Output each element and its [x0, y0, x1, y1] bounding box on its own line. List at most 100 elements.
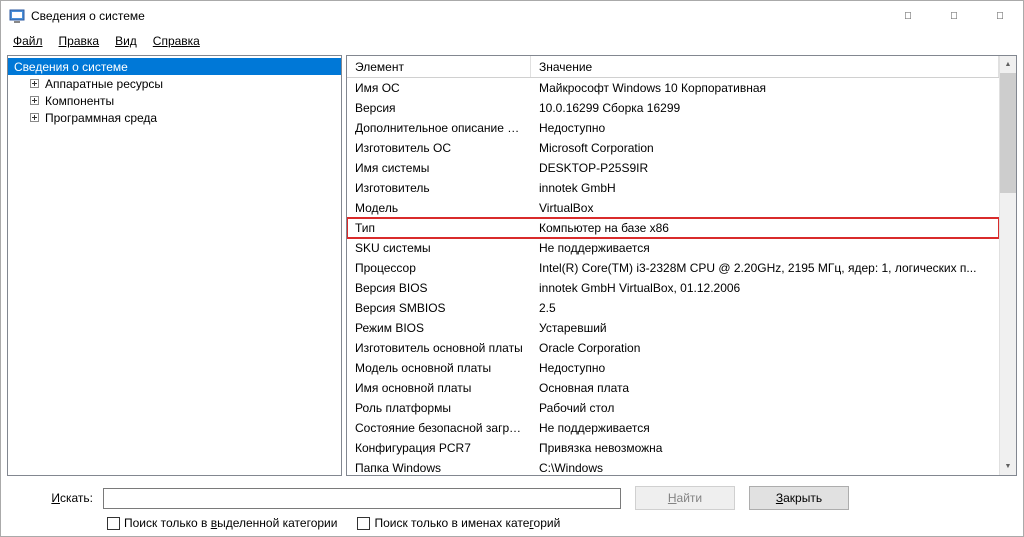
- menu-view[interactable]: Вид: [107, 32, 145, 50]
- expand-icon[interactable]: [28, 77, 41, 90]
- expand-icon[interactable]: [28, 111, 41, 124]
- cell-element: Изготовитель основной платы: [347, 341, 531, 355]
- cell-value: Не поддерживается: [531, 421, 999, 435]
- table-row[interactable]: Модель основной платыНедоступно: [347, 358, 999, 378]
- menu-help[interactable]: Справка: [145, 32, 208, 50]
- app-icon: [9, 8, 25, 24]
- search-input[interactable]: [103, 488, 621, 509]
- cell-value: Недоступно: [531, 121, 999, 135]
- scroll-down-icon[interactable]: ▼: [1000, 458, 1016, 475]
- table-row[interactable]: Версия10.0.16299 Сборка 16299: [347, 98, 999, 118]
- cell-element: Роль платформы: [347, 401, 531, 415]
- tree-item-components[interactable]: Компоненты: [8, 92, 341, 109]
- table-row[interactable]: Конфигурация PCR7Привязка невозможна: [347, 438, 999, 458]
- cell-element: Процессор: [347, 261, 531, 275]
- table-row[interactable]: Роль платформыРабочий стол: [347, 398, 999, 418]
- cell-value: VirtualBox: [531, 201, 999, 215]
- table-body: Имя ОСМайкрософт Windows 10 Корпоративна…: [347, 78, 999, 475]
- vertical-scrollbar[interactable]: ▲ ▼: [999, 56, 1016, 475]
- cell-value: Microsoft Corporation: [531, 141, 999, 155]
- cell-element: SKU системы: [347, 241, 531, 255]
- cell-element: Имя ОС: [347, 81, 531, 95]
- column-value[interactable]: Значение: [531, 56, 999, 77]
- cell-value: Рабочий стол: [531, 401, 999, 415]
- search-options: Поиск только в выделенной категории Поис…: [7, 516, 1017, 530]
- tree-root[interactable]: Сведения о системе: [8, 58, 341, 75]
- cell-element: Модель: [347, 201, 531, 215]
- close-button[interactable]: : [977, 1, 1023, 31]
- cell-value: Oracle Corporation: [531, 341, 999, 355]
- menu-file[interactable]: Файл: [5, 32, 51, 50]
- content-area: Сведения о системе Аппаратные ресурсы Ко…: [1, 51, 1023, 476]
- expand-icon[interactable]: [28, 94, 41, 107]
- column-element[interactable]: Элемент: [347, 56, 531, 77]
- maximize-button[interactable]: : [931, 1, 977, 31]
- titlebar: Сведения о системе   : [1, 1, 1023, 31]
- table-row[interactable]: Изготовитель основной платыOracle Corpor…: [347, 338, 999, 358]
- tree-item-software-env[interactable]: Программная среда: [8, 109, 341, 126]
- table-row[interactable]: ТипКомпьютер на базе x86: [347, 218, 999, 238]
- scroll-thumb[interactable]: [1000, 73, 1016, 193]
- cell-value: 2.5: [531, 301, 999, 315]
- tree-item-hardware[interactable]: Аппаратные ресурсы: [8, 75, 341, 92]
- cell-element: Версия BIOS: [347, 281, 531, 295]
- scroll-up-icon[interactable]: ▲: [1000, 56, 1016, 73]
- table-row[interactable]: Папка WindowsC:\Windows: [347, 458, 999, 475]
- cell-value: Недоступно: [531, 361, 999, 375]
- table-row[interactable]: Версия SMBIOS2.5: [347, 298, 999, 318]
- table-row[interactable]: Изготовитель ОСMicrosoft Corporation: [347, 138, 999, 158]
- find-button[interactable]: Найти: [635, 486, 735, 510]
- checkbox-icon: [357, 517, 370, 530]
- chk-selected-category[interactable]: Поиск только в выделенной категории: [107, 516, 337, 530]
- cell-value: Компьютер на базе x86: [531, 221, 999, 235]
- table-row[interactable]: Дополнительное описание ОСНедоступно: [347, 118, 999, 138]
- cell-element: Изготовитель ОС: [347, 141, 531, 155]
- cell-element: Версия SMBIOS: [347, 301, 531, 315]
- cell-value: Устаревший: [531, 321, 999, 335]
- cell-element: Конфигурация PCR7: [347, 441, 531, 455]
- table-row[interactable]: Версия BIOSinnotek GmbH VirtualBox, 01.1…: [347, 278, 999, 298]
- table-header: Элемент Значение: [347, 56, 999, 78]
- cell-element: Изготовитель: [347, 181, 531, 195]
- table-row[interactable]: Изготовительinnotek GmbH: [347, 178, 999, 198]
- cell-element: Имя основной платы: [347, 381, 531, 395]
- table-row[interactable]: Состояние безопасной загруз...Не поддерж…: [347, 418, 999, 438]
- cell-value: 10.0.16299 Сборка 16299: [531, 101, 999, 115]
- tree-pane: Сведения о системе Аппаратные ресурсы Ко…: [7, 55, 342, 476]
- search-bar: Искать: Найти Закрыть Поиск только в выд…: [1, 476, 1023, 536]
- close-search-button[interactable]: Закрыть: [749, 486, 849, 510]
- search-label: Искать:: [7, 491, 97, 505]
- cell-value: Не поддерживается: [531, 241, 999, 255]
- chk-category-names[interactable]: Поиск только в именах категорий: [357, 516, 560, 530]
- cell-element: Тип: [347, 221, 531, 235]
- cell-element: Дополнительное описание ОС: [347, 121, 531, 135]
- table-row[interactable]: SKU системыНе поддерживается: [347, 238, 999, 258]
- cell-value: Intel(R) Core(TM) i3-2328M CPU @ 2.20GHz…: [531, 261, 999, 275]
- menubar: Файл Правка Вид Справка: [1, 31, 1023, 51]
- cell-element: Модель основной платы: [347, 361, 531, 375]
- table-row[interactable]: Имя системыDESKTOP-P25S9IR: [347, 158, 999, 178]
- table-row[interactable]: Режим BIOSУстаревший: [347, 318, 999, 338]
- cell-element: Режим BIOS: [347, 321, 531, 335]
- table-row[interactable]: Имя основной платыОсновная плата: [347, 378, 999, 398]
- checkbox-icon: [107, 517, 120, 530]
- table-row[interactable]: Имя ОСМайкрософт Windows 10 Корпоративна…: [347, 78, 999, 98]
- table-row[interactable]: МодельVirtualBox: [347, 198, 999, 218]
- window: Сведения о системе    Файл Правка Вид…: [0, 0, 1024, 537]
- table: Элемент Значение Имя ОСМайкрософт Window…: [347, 56, 999, 475]
- cell-value: Основная плата: [531, 381, 999, 395]
- cell-element: Имя системы: [347, 161, 531, 175]
- cell-element: Папка Windows: [347, 461, 531, 475]
- minimize-button[interactable]: : [885, 1, 931, 31]
- menu-edit[interactable]: Правка: [51, 32, 108, 50]
- details-pane: Элемент Значение Имя ОСМайкрософт Window…: [346, 55, 1017, 476]
- cell-value: innotek GmbH: [531, 181, 999, 195]
- table-row[interactable]: ПроцессорIntel(R) Core(TM) i3-2328M CPU …: [347, 258, 999, 278]
- cell-value: Привязка невозможна: [531, 441, 999, 455]
- cell-value: C:\Windows: [531, 461, 999, 475]
- cell-value: Майкрософт Windows 10 Корпоративная: [531, 81, 999, 95]
- search-row: Искать: Найти Закрыть: [7, 486, 1017, 510]
- cell-element: Версия: [347, 101, 531, 115]
- cell-element: Состояние безопасной загруз...: [347, 421, 531, 435]
- cell-value: DESKTOP-P25S9IR: [531, 161, 999, 175]
